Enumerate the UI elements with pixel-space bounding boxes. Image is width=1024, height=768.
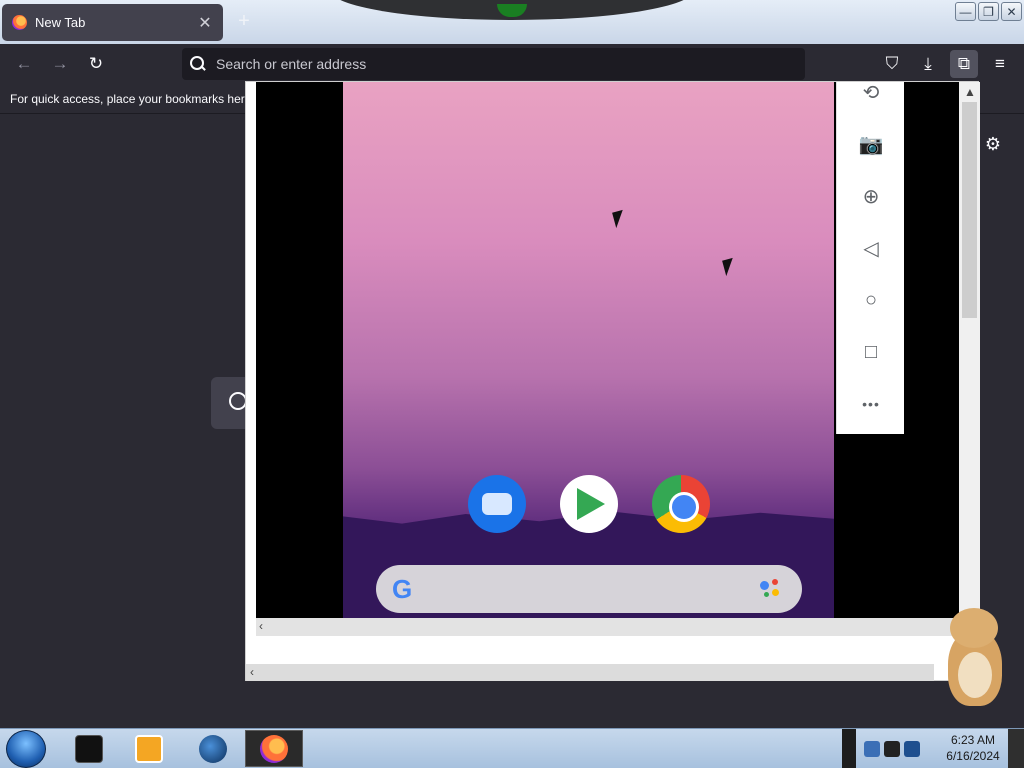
settings-gear-icon[interactable]: ⚙ [982,133,1004,155]
google-logo-icon: G [392,574,413,604]
google-search-bar[interactable]: G [376,565,802,613]
taskbar-globe-app[interactable] [184,730,242,767]
firefox-icon [12,15,27,30]
more-icon[interactable]: ••• [837,384,905,424]
overview-icon[interactable]: □ [837,332,905,372]
globe-icon [199,734,227,763]
hamster-belly [958,652,992,698]
messages-app-icon[interactable] [468,475,526,533]
taskbar-terminal-app[interactable] [60,730,118,767]
search-icon [190,56,206,72]
desktop-pet-hamster[interactable] [942,608,1006,708]
clock-date: 6/16/2024 [946,749,1000,763]
tab-close-button[interactable]: ✕ [193,11,217,35]
taskbar-firefox-app[interactable] [245,730,303,767]
volume-icon[interactable] [904,740,920,757]
emulator-horizontal-scrollbar[interactable]: ‹ [256,618,959,636]
app-menu-button[interactable]: ≡ [986,50,1014,78]
extensions-button[interactable]: ⧉ [950,50,978,78]
firefox-icon [260,734,288,763]
terminal-icon [75,734,103,763]
forward-button[interactable]: → [46,50,74,78]
media-player-icon [135,734,163,763]
emulator-toolbar: ⟲ 📷 ⊕ ◁ ○ □ ••• [836,82,904,434]
chrome-app-icon[interactable] [652,475,710,533]
clock-time: 6:23 AM [950,733,996,747]
hamster-head [950,608,998,648]
maximize-button[interactable]: ❐ [978,2,999,21]
android-home-screen[interactable]: G [343,82,834,618]
system-clock[interactable]: 6:23 AM 6/16/2024 [942,732,1004,764]
address-bar-placeholder: Search or enter address [216,56,367,72]
back-icon[interactable]: ◁ [837,228,905,268]
emulator-vertical-scrollbar[interactable]: ▲ [959,82,980,618]
monitor-icon[interactable] [884,740,900,757]
emulator-display-frame: G ⟲ 📷 ⊕ ◁ ○ □ ••• [256,82,959,618]
camera-icon[interactable]: 📷 [837,124,905,164]
google-assistant-icon[interactable] [760,579,784,599]
scroll-left-arrow-icon[interactable]: ‹ [250,665,254,679]
close-window-button[interactable]: ✕ [1001,2,1022,21]
start-button[interactable] [6,730,46,768]
tray-overflow-button[interactable] [842,729,856,768]
taskbar-media-player-app[interactable] [120,730,178,767]
show-desktop-button[interactable] [1008,729,1024,768]
back-button[interactable]: ← [10,50,38,78]
zoom-icon[interactable]: ⊕ [837,176,905,216]
home-icon[interactable]: ○ [837,280,905,320]
taskbar: 6:23 AM 6/16/2024 [0,728,1024,768]
address-bar[interactable]: Search or enter address [182,48,805,80]
play-store-app-icon[interactable] [560,475,618,533]
bookmarks-hint-text: For quick access, place your bookmarks h… [10,92,252,106]
window-horizontal-scrollbar[interactable]: ‹ [246,664,934,681]
tab-title: New Tab [35,15,86,30]
reload-button[interactable]: ↻ [82,50,110,78]
scroll-left-arrow-icon[interactable]: ‹ [259,619,263,633]
android-emulator-window: G ⟲ 📷 ⊕ ◁ ○ □ ••• ▲ ‹ ‹ [245,81,980,681]
chat-bubble-icon [482,493,512,515]
system-tray [858,731,940,766]
new-tab-button[interactable]: + [234,11,254,31]
network-icon[interactable] [864,740,880,757]
rotate-icon[interactable]: ⟲ [837,72,905,112]
title-bar: New Tab ✕ + — ❐ ✕ [0,0,1024,44]
downloads-button[interactable]: ⤓ [914,50,942,78]
tab-new-tab[interactable]: New Tab ✕ [2,4,223,41]
scroll-up-arrow-icon[interactable]: ▲ [964,85,976,99]
minimize-button[interactable]: — [955,2,976,21]
window-controls: — ❐ ✕ [955,2,1022,21]
scrollbar-thumb[interactable] [962,102,977,318]
